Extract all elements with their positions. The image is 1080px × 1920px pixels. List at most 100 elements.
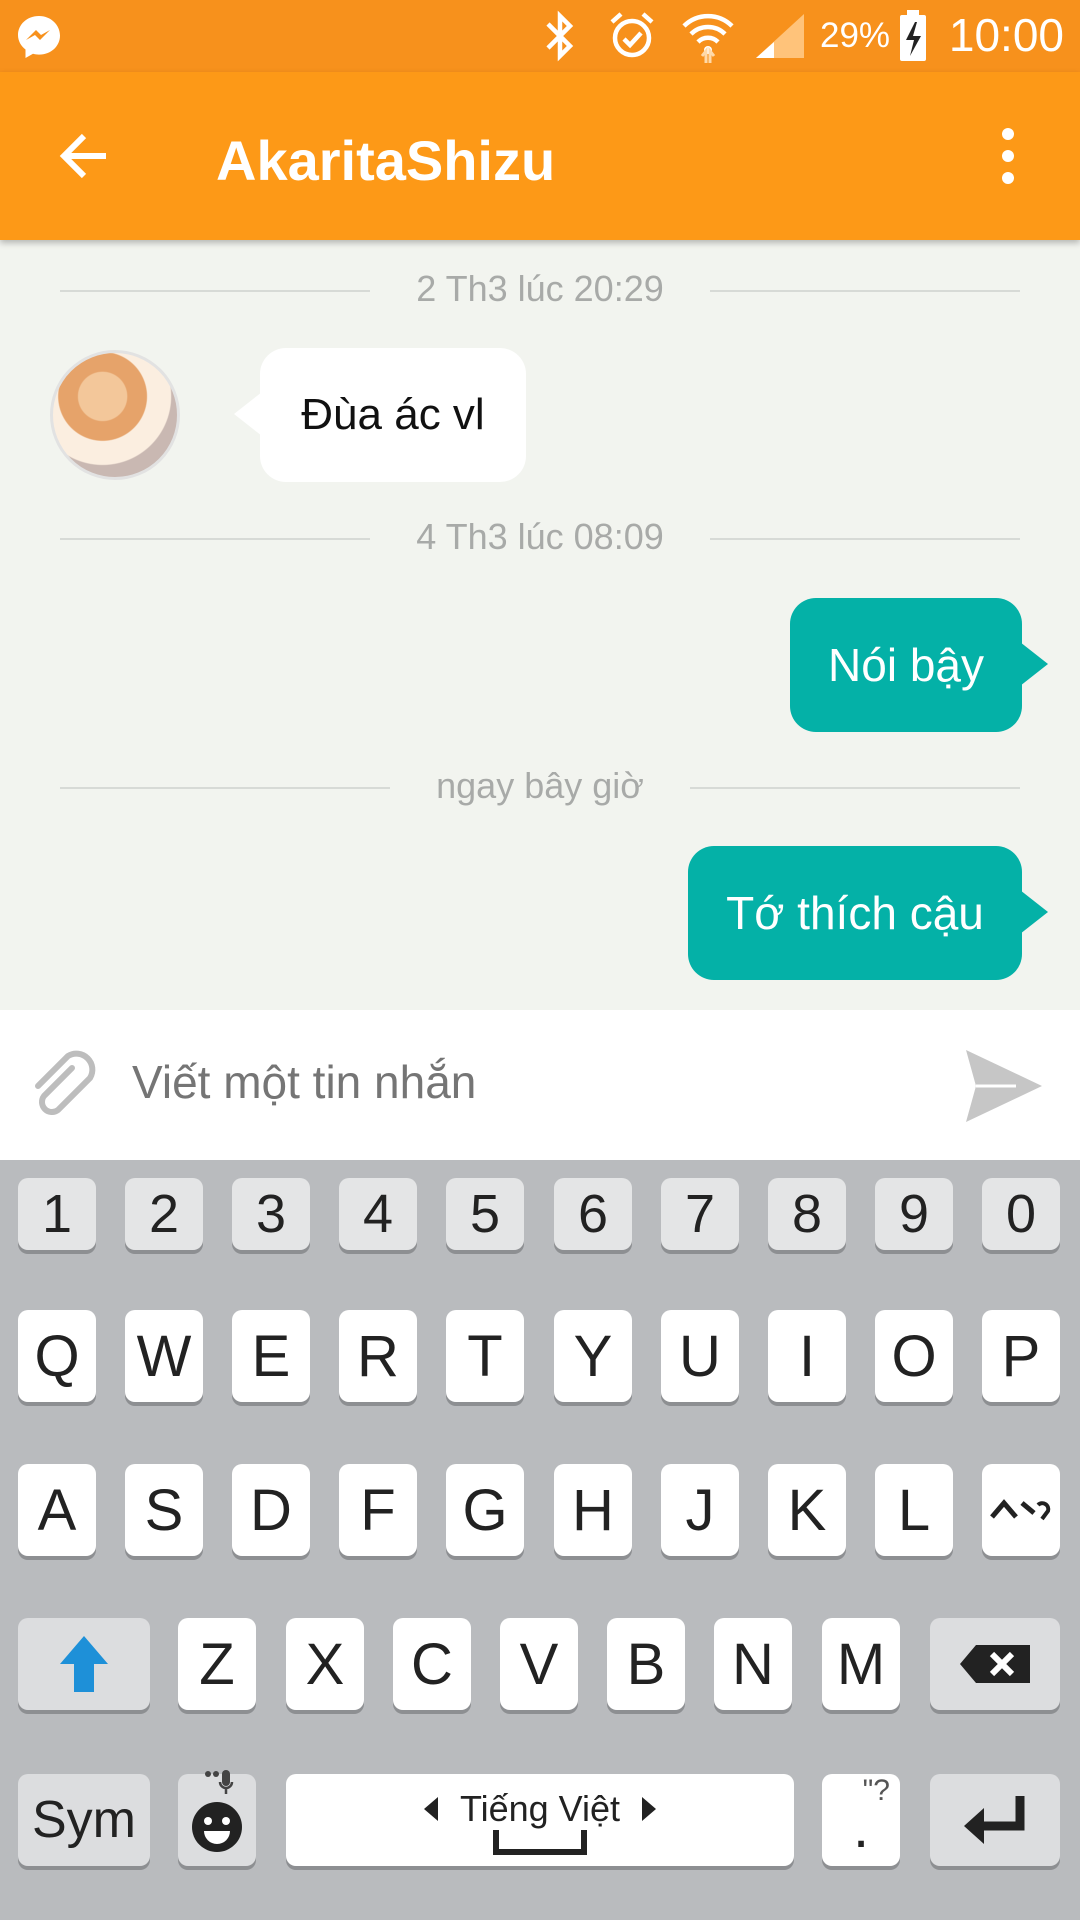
date-divider: 2 Th3 lúc 20:29 [60,268,1020,309]
key-5[interactable]: 5 [446,1178,524,1250]
shift-icon [60,1636,108,1692]
key-m[interactable]: M [822,1618,900,1710]
key-label: L [897,1477,931,1543]
key-label: Y [573,1323,613,1389]
key-label: 7 [684,1184,716,1244]
key-1[interactable]: 1 [18,1178,96,1250]
key-9[interactable]: 9 [875,1178,953,1250]
key-label: R [357,1323,399,1389]
key-label: F [360,1477,396,1543]
key-label: 6 [577,1184,609,1244]
chevron-right-icon [642,1797,657,1821]
key-w[interactable]: W [125,1310,203,1402]
key-6[interactable]: 6 [554,1178,632,1250]
key-p[interactable]: P [982,1310,1060,1402]
key-label: S [144,1477,184,1543]
key-label: I [798,1323,816,1389]
key-label: A [37,1477,77,1543]
key-g[interactable]: G [446,1464,524,1556]
key-label: 1 [41,1184,73,1244]
date-divider: ngay bây giờ [60,765,1020,806]
dakuten-icon [990,1499,1051,1521]
key-label: 0 [1005,1184,1037,1244]
key-label: M [836,1631,886,1697]
key-s[interactable]: S [125,1464,203,1556]
backspace-icon [960,1645,1030,1683]
backspace-key[interactable] [930,1618,1060,1710]
key-x[interactable]: X [286,1618,364,1710]
key-a[interactable]: A [18,1464,96,1556]
app-bar: AkaritaShizu [0,72,1080,240]
key-c[interactable]: C [393,1618,471,1710]
key-e[interactable]: E [232,1310,310,1402]
key-label: X [305,1631,345,1697]
key-k[interactable]: K [768,1464,846,1556]
space-icon [493,1830,587,1855]
divider-text: 4 Th3 lúc 08:09 [386,516,694,557]
sym-key[interactable]: Sym [18,1774,150,1866]
avatar[interactable] [50,350,180,480]
key-label: B [626,1631,666,1697]
message-text: Đùa ác vl [301,390,485,439]
enter-key[interactable] [930,1774,1060,1866]
bluetooth-icon [546,10,574,62]
battery-icon [900,10,926,61]
space-key[interactable]: Tiếng Việt [286,1774,794,1866]
key-label: E [251,1323,291,1389]
key-8[interactable]: 8 [768,1178,846,1250]
key-label: G [462,1477,508,1543]
key-l[interactable]: L [875,1464,953,1556]
message-text: Tớ thích cậu [726,887,984,939]
key-label: 3 [255,1184,287,1244]
conversation-title[interactable]: AkaritaShizu [216,128,555,193]
emoji-key[interactable] [178,1770,256,1866]
key-7[interactable]: 7 [661,1178,739,1250]
composer [0,1010,1080,1160]
more-vert-icon[interactable] [996,124,1020,188]
outgoing-message-bubble[interactable]: Nói bậy [790,598,1048,732]
shift-key[interactable] [18,1618,150,1710]
key-label: H [572,1477,614,1543]
key-label: D [250,1477,292,1543]
key-0[interactable]: 0 [982,1178,1060,1250]
key-y[interactable]: Y [554,1310,632,1402]
keyboard: 1 2 3 4 5 6 7 8 9 0 Q W E R T Y U I O P … [0,1160,1080,1920]
key-t[interactable]: T [446,1310,524,1402]
key-label: 5 [469,1184,501,1244]
key-n[interactable]: N [714,1618,792,1710]
message-input[interactable] [130,1054,894,1110]
key-o[interactable]: O [875,1310,953,1402]
period-key[interactable]: . "? [822,1774,900,1866]
emoji-icon [192,1802,242,1852]
key-label: T [467,1323,503,1389]
back-arrow-icon[interactable] [56,128,112,184]
incoming-message-bubble[interactable]: Đùa ác vl [234,348,526,482]
key-label: N [732,1631,774,1697]
key-u[interactable]: U [661,1310,739,1402]
key-b[interactable]: B [607,1618,685,1710]
signal-icon [756,14,804,58]
key-3[interactable]: 3 [232,1178,310,1250]
key-z[interactable]: Z [178,1618,256,1710]
key-i[interactable]: I [768,1310,846,1402]
key-j[interactable]: J [661,1464,739,1556]
key-f[interactable]: F [339,1464,417,1556]
alarm-icon [610,12,654,58]
key-label: V [519,1631,559,1697]
key-4[interactable]: 4 [339,1178,417,1250]
divider-text: ngay bây giờ [406,765,674,806]
attach-icon[interactable] [26,1050,106,1130]
send-icon[interactable] [962,1046,1046,1126]
key-r[interactable]: R [339,1310,417,1402]
key-dakuten[interactable] [982,1464,1060,1556]
key-2[interactable]: 2 [125,1178,203,1250]
outgoing-message-bubble[interactable]: Tớ thích cậu [688,846,1048,980]
key-label: 9 [898,1184,930,1244]
key-q[interactable]: Q [18,1310,96,1402]
key-label: Q [34,1323,80,1389]
key-d[interactable]: D [232,1464,310,1556]
key-v[interactable]: V [500,1618,578,1710]
language-label: Tiếng Việt [459,1788,621,1829]
message-text: Nói bậy [828,639,984,691]
key-h[interactable]: H [554,1464,632,1556]
